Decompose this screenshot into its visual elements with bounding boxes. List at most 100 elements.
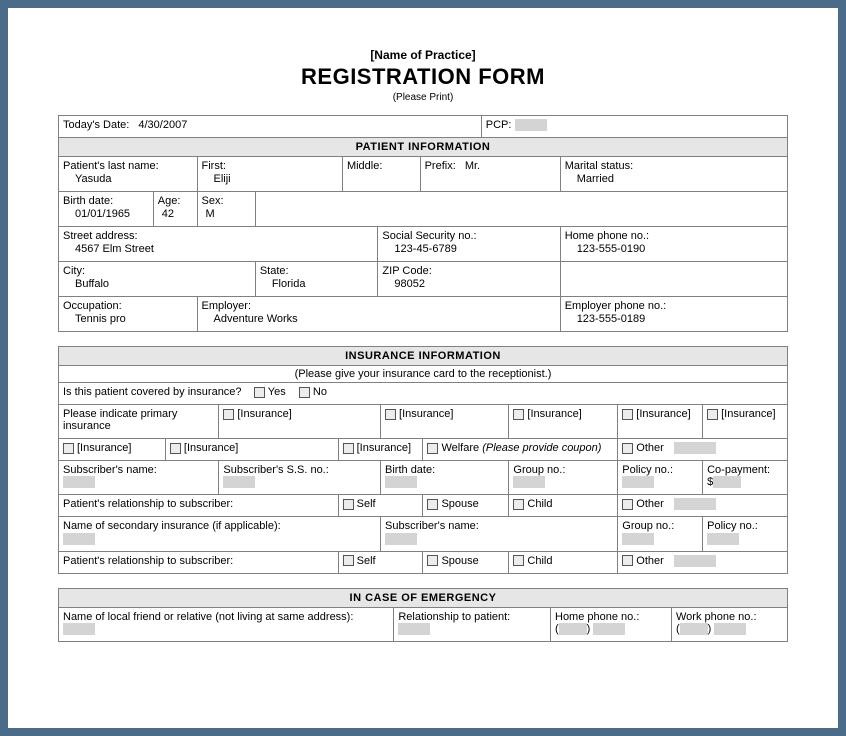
- rel-other-option[interactable]: Other: [622, 498, 664, 510]
- last-name-value: Yasuda: [63, 172, 193, 185]
- insurance-opt-5[interactable]: [Insurance]: [707, 408, 775, 420]
- secondary-subscriber-label: Subscriber's name:: [385, 520, 613, 532]
- checkbox-icon: [622, 499, 633, 510]
- welfare-option[interactable]: Welfare (Please provide coupon): [427, 442, 601, 454]
- sex-label: Sex:: [202, 195, 251, 207]
- middle-name-label: Middle:: [347, 160, 416, 172]
- insurance-opt-7[interactable]: [Insurance]: [170, 442, 238, 454]
- secondary-policy-blank[interactable]: [707, 533, 739, 545]
- policy-no-label: Policy no.:: [622, 464, 698, 476]
- form-title: REGISTRATION FORM: [58, 64, 788, 90]
- rel2-self-option[interactable]: Self: [343, 555, 376, 567]
- secondary-group-label: Group no.:: [622, 520, 698, 532]
- checkbox-icon: [622, 443, 633, 454]
- emergency-home-phone-label: Home phone no.:: [555, 611, 667, 623]
- insurance-opt-8[interactable]: [Insurance]: [343, 442, 411, 454]
- emergency-home-num-blank[interactable]: [593, 623, 625, 635]
- group-no-blank[interactable]: [513, 476, 545, 488]
- today-date-value: 4/30/2007: [132, 119, 187, 131]
- insurance-birth-label: Birth date:: [385, 464, 504, 476]
- form-subtitle: (Please Print): [58, 92, 788, 103]
- form-header: [Name of Practice] REGISTRATION FORM (Pl…: [58, 48, 788, 103]
- secondary-subscriber-blank[interactable]: [385, 533, 417, 545]
- insurance-opt-4[interactable]: [Insurance]: [622, 408, 690, 420]
- subscriber-name-label: Subscriber's name:: [63, 464, 214, 476]
- checkbox-icon: [343, 443, 354, 454]
- checkbox-icon: [223, 409, 234, 420]
- copay-label: Co-payment:: [707, 464, 783, 476]
- subscriber-ssn-blank[interactable]: [223, 476, 255, 488]
- secondary-group-blank[interactable]: [622, 533, 654, 545]
- occupation-value: Tennis pro: [63, 312, 193, 325]
- prefix-label: Prefix:: [425, 160, 456, 172]
- primary-insurance-label: Please indicate primary insurance: [63, 408, 177, 432]
- birth-date-label: Birth date:: [63, 195, 149, 207]
- covered-question: Is this patient covered by insurance?: [63, 386, 242, 398]
- pcp-value-blank[interactable]: [515, 119, 547, 131]
- rel-child-option[interactable]: Child: [513, 498, 552, 510]
- street-label: Street address:: [63, 230, 373, 242]
- rel-other-blank[interactable]: [674, 498, 716, 510]
- covered-no-option[interactable]: No: [299, 386, 327, 398]
- prefix-value: Mr.: [459, 160, 480, 172]
- group-no-label: Group no.:: [513, 464, 613, 476]
- emergency-table: IN CASE OF EMERGENCY Name of local frien…: [58, 588, 788, 642]
- rel2-other-option[interactable]: Other: [622, 555, 664, 567]
- emergency-friend-blank[interactable]: [63, 623, 95, 635]
- street-value: 4567 Elm Street: [63, 242, 373, 255]
- zip-value: 98052: [382, 277, 555, 290]
- sex-value: M: [202, 207, 251, 220]
- checkbox-icon: [385, 409, 396, 420]
- copay-blank[interactable]: [713, 476, 741, 488]
- insurance-birth-blank[interactable]: [385, 476, 417, 488]
- insurance-info-table: INSURANCE INFORMATION (Please give your …: [58, 346, 788, 574]
- emergency-work-num-blank[interactable]: [714, 623, 746, 635]
- checkbox-icon: [170, 443, 181, 454]
- practice-name: [Name of Practice]: [58, 48, 788, 62]
- checkbox-icon: [513, 555, 524, 566]
- insurance-opt-6[interactable]: [Insurance]: [63, 442, 131, 454]
- checkbox-icon: [427, 443, 438, 454]
- employer-value: Adventure Works: [202, 312, 556, 325]
- checkbox-icon: [343, 499, 354, 510]
- emergency-rel-label: Relationship to patient:: [398, 611, 546, 623]
- checkbox-icon: [427, 499, 438, 510]
- checkbox-icon: [254, 387, 265, 398]
- birth-date-value: 01/01/1965: [63, 207, 149, 220]
- emergency-work-area-blank[interactable]: [680, 623, 708, 635]
- rel2-child-option[interactable]: Child: [513, 555, 552, 567]
- checkbox-icon: [427, 555, 438, 566]
- other-insurance-blank[interactable]: [674, 442, 716, 454]
- relationship-label: Patient's relationship to subscriber:: [63, 498, 233, 510]
- employer-phone-label: Employer phone no.:: [565, 300, 783, 312]
- employer-phone-value: 123-555-0189: [565, 312, 783, 325]
- city-value: Buffalo: [63, 277, 251, 290]
- policy-no-blank[interactable]: [622, 476, 654, 488]
- last-name-label: Patient's last name:: [63, 160, 193, 172]
- emergency-home-area-blank[interactable]: [559, 623, 587, 635]
- marital-value: Married: [565, 172, 783, 185]
- rel-spouse-option[interactable]: Spouse: [427, 498, 478, 510]
- subscriber-name-blank[interactable]: [63, 476, 95, 488]
- covered-yes-option[interactable]: Yes: [254, 386, 286, 398]
- patient-section-heading: PATIENT INFORMATION: [59, 138, 788, 157]
- zip-label: ZIP Code:: [382, 265, 555, 277]
- emergency-rel-blank[interactable]: [398, 623, 430, 635]
- rel-self-option[interactable]: Self: [343, 498, 376, 510]
- secondary-policy-label: Policy no.:: [707, 520, 783, 532]
- rel2-other-blank[interactable]: [674, 555, 716, 567]
- insurance-opt-3[interactable]: [Insurance]: [513, 408, 581, 420]
- insurance-section-heading: INSURANCE INFORMATION: [59, 347, 788, 366]
- checkbox-icon: [63, 443, 74, 454]
- city-label: City:: [63, 265, 251, 277]
- patient-info-table: Today's Date: 4/30/2007 PCP: PATIENT INF…: [58, 115, 788, 332]
- today-date-label: Today's Date:: [63, 119, 129, 131]
- insurance-opt-2[interactable]: [Insurance]: [385, 408, 453, 420]
- other-insurance-option[interactable]: Other: [622, 442, 664, 454]
- first-name-label: First:: [202, 160, 338, 172]
- insurance-opt-1[interactable]: [Insurance]: [223, 408, 291, 420]
- secondary-insurance-blank[interactable]: [63, 533, 95, 545]
- rel2-spouse-option[interactable]: Spouse: [427, 555, 478, 567]
- home-phone-value: 123-555-0190: [565, 242, 783, 255]
- checkbox-icon: [299, 387, 310, 398]
